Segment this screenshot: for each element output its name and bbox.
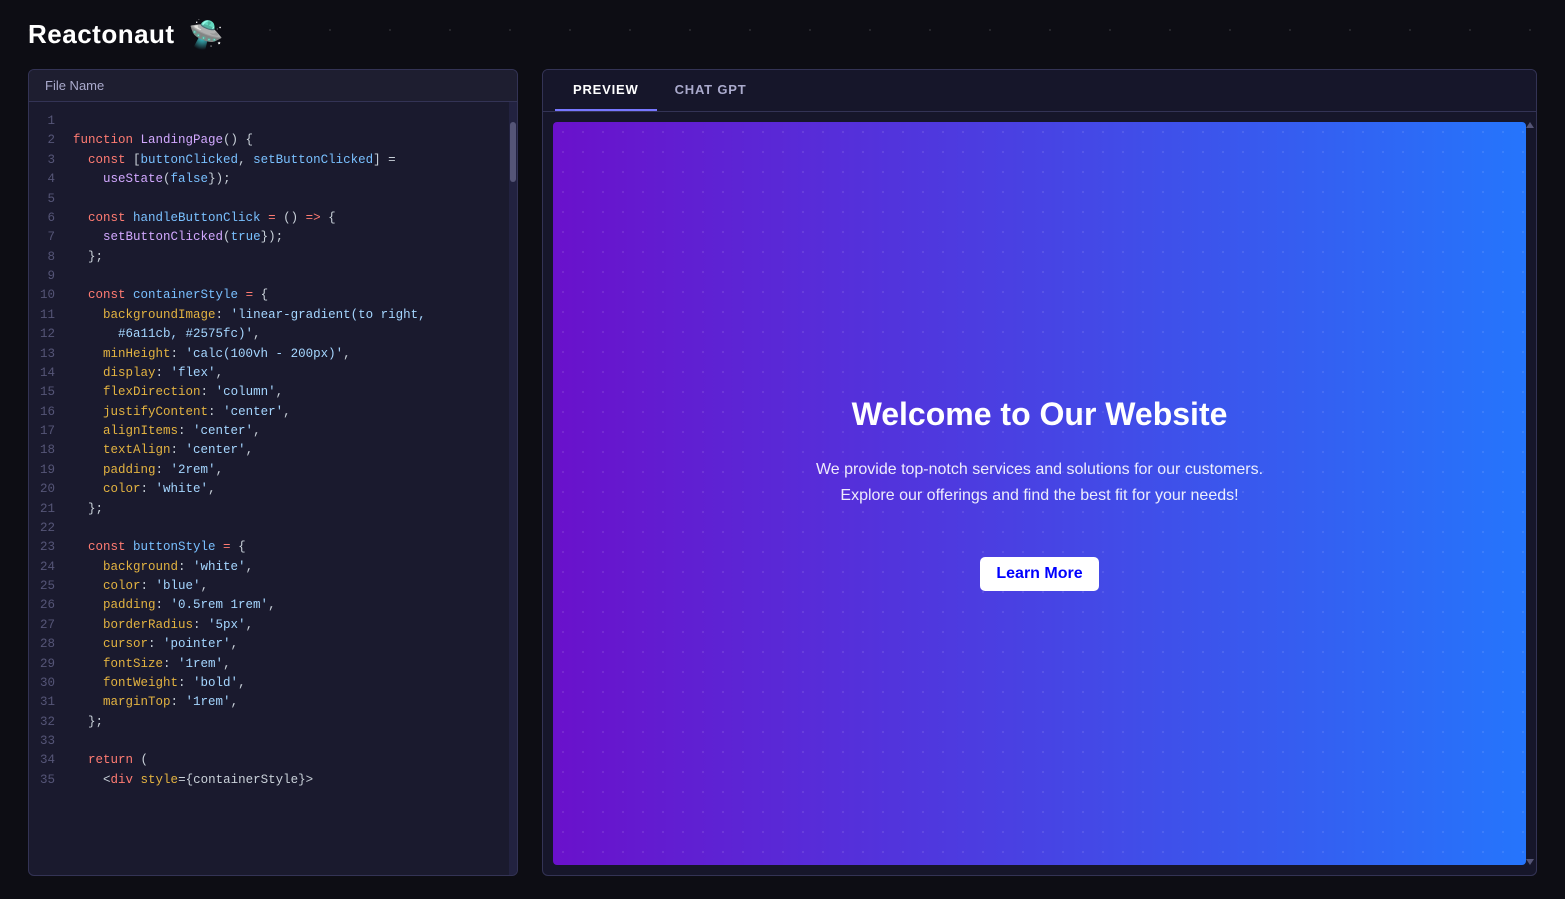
scroll-up-arrow (1526, 122, 1534, 128)
code-line (73, 190, 501, 209)
planet-icon: 🛸 (189, 18, 224, 51)
code-line: setButtonClicked(true}); (73, 228, 501, 247)
app-header: Reactonaut 🛸 (0, 0, 1565, 69)
code-scrollbar[interactable] (509, 102, 517, 875)
code-line: flexDirection: 'column', (73, 383, 501, 402)
code-line: display: 'flex', (73, 364, 501, 383)
preview-panel: PREVIEW CHAT GPT Welcome to Our Website … (542, 69, 1537, 876)
code-line: fontWeight: 'bold', (73, 674, 501, 693)
preview-tabs: PREVIEW CHAT GPT (543, 70, 1536, 112)
tab-chatgpt[interactable]: CHAT GPT (657, 70, 765, 111)
code-line (73, 519, 501, 538)
code-content[interactable]: function LandingPage() { const [buttonCl… (65, 102, 509, 875)
preview-scrollbar (1526, 122, 1534, 865)
code-line: #6a11cb, #2575fc)', (73, 325, 501, 344)
code-line (73, 732, 501, 751)
line-numbers: 1234567891011121314151617181920212223242… (29, 102, 65, 875)
code-body: 1234567891011121314151617181920212223242… (29, 102, 517, 875)
learn-more-button[interactable]: Learn More (980, 557, 1098, 591)
code-line: fontSize: '1rem', (73, 655, 501, 674)
code-line: justifyContent: 'center', (73, 403, 501, 422)
app-title: Reactonaut (28, 19, 175, 50)
scroll-down-arrow (1526, 859, 1534, 865)
code-line: minHeight: 'calc(100vh - 200px)', (73, 345, 501, 364)
code-line: }; (73, 500, 501, 519)
code-line: <div style={containerStyle}> (73, 771, 501, 790)
code-line: borderRadius: '5px', (73, 616, 501, 635)
tab-preview[interactable]: PREVIEW (555, 70, 657, 111)
file-name-label: File Name (29, 70, 517, 102)
code-line (73, 112, 501, 131)
code-line: padding: '0.5rem 1rem', (73, 596, 501, 615)
code-line: marginTop: '1rem', (73, 693, 501, 712)
code-panel: File Name 123456789101112131415161718192… (28, 69, 518, 876)
code-line: color: 'white', (73, 480, 501, 499)
scrollbar-thumb (510, 122, 516, 182)
code-line: }; (73, 713, 501, 732)
code-line: const buttonStyle = { (73, 538, 501, 557)
code-line: const containerStyle = { (73, 286, 501, 305)
code-line: useState(false}); (73, 170, 501, 189)
code-line: textAlign: 'center', (73, 441, 501, 460)
code-line: background: 'white', (73, 558, 501, 577)
code-line: alignItems: 'center', (73, 422, 501, 441)
code-line: color: 'blue', (73, 577, 501, 596)
preview-title: Welcome to Our Website (852, 396, 1228, 433)
preview-subtitle: We provide top-notch services and soluti… (790, 457, 1290, 508)
code-line: }; (73, 248, 501, 267)
preview-content: Welcome to Our Website We provide top-no… (543, 112, 1536, 875)
code-line: return ( (73, 751, 501, 770)
code-line: padding: '2rem', (73, 461, 501, 480)
code-line (73, 267, 501, 286)
code-line: backgroundImage: 'linear-gradient(to rig… (73, 306, 501, 325)
code-line: cursor: 'pointer', (73, 635, 501, 654)
main-layout: File Name 123456789101112131415161718192… (0, 69, 1565, 896)
code-line: const handleButtonClick = () => { (73, 209, 501, 228)
code-line: function LandingPage() { (73, 131, 501, 150)
preview-frame: Welcome to Our Website We provide top-no… (553, 122, 1526, 865)
code-line: const [buttonClicked, setButtonClicked] … (73, 151, 501, 170)
